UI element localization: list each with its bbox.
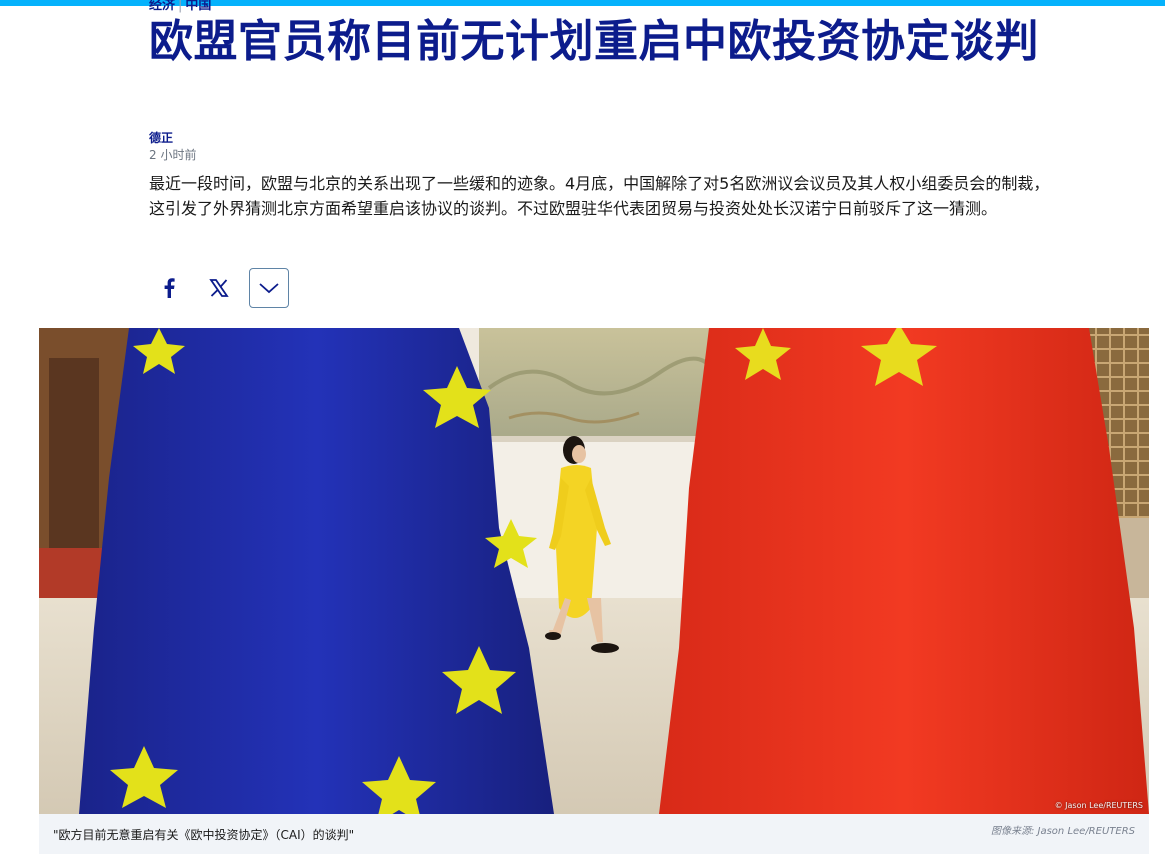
doorway [49,358,99,548]
facebook-icon [164,278,175,298]
chevron-down-icon [259,283,279,294]
breadcrumb: 经济 | 中国 [149,0,211,13]
photo-credit: 图像来源: Jason Lee/REUTERS [990,826,1135,837]
photo-credit-overlay: © Jason Lee/REUTERS [1054,801,1143,810]
category-link[interactable]: 经济 [149,0,175,13]
share-bar [149,268,309,308]
breadcrumb-separator: | [178,0,183,13]
article-headline: 欧盟官员称目前无计划重启中欧投资协定谈判 [149,16,1039,67]
region-link[interactable]: 中国 [185,0,211,13]
photo-caption-bar: "欧方目前无意重启有关《欧中投资协定》（CAI）的谈判" 图像来源: Jason… [39,814,1149,854]
author-link[interactable]: 德正 [149,129,173,146]
share-x-button[interactable] [199,268,239,308]
eu-flag [79,328,554,814]
china-flag [659,328,1149,814]
x-icon [209,279,229,297]
article-lead: 最近一段时间，欧盟与北京的关系出现了一些缓和的迹象。4月底，中国解除了对5名欧洲… [149,174,1050,218]
photo-caption: "欧方目前无意重启有关《欧中投资协定》（CAI）的谈判" [53,828,355,842]
share-more-button[interactable] [249,268,289,308]
publish-time: 2 小时前 [149,148,197,162]
article-photo: © Jason Lee/REUTERS [39,328,1149,814]
share-facebook-button[interactable] [149,268,189,308]
